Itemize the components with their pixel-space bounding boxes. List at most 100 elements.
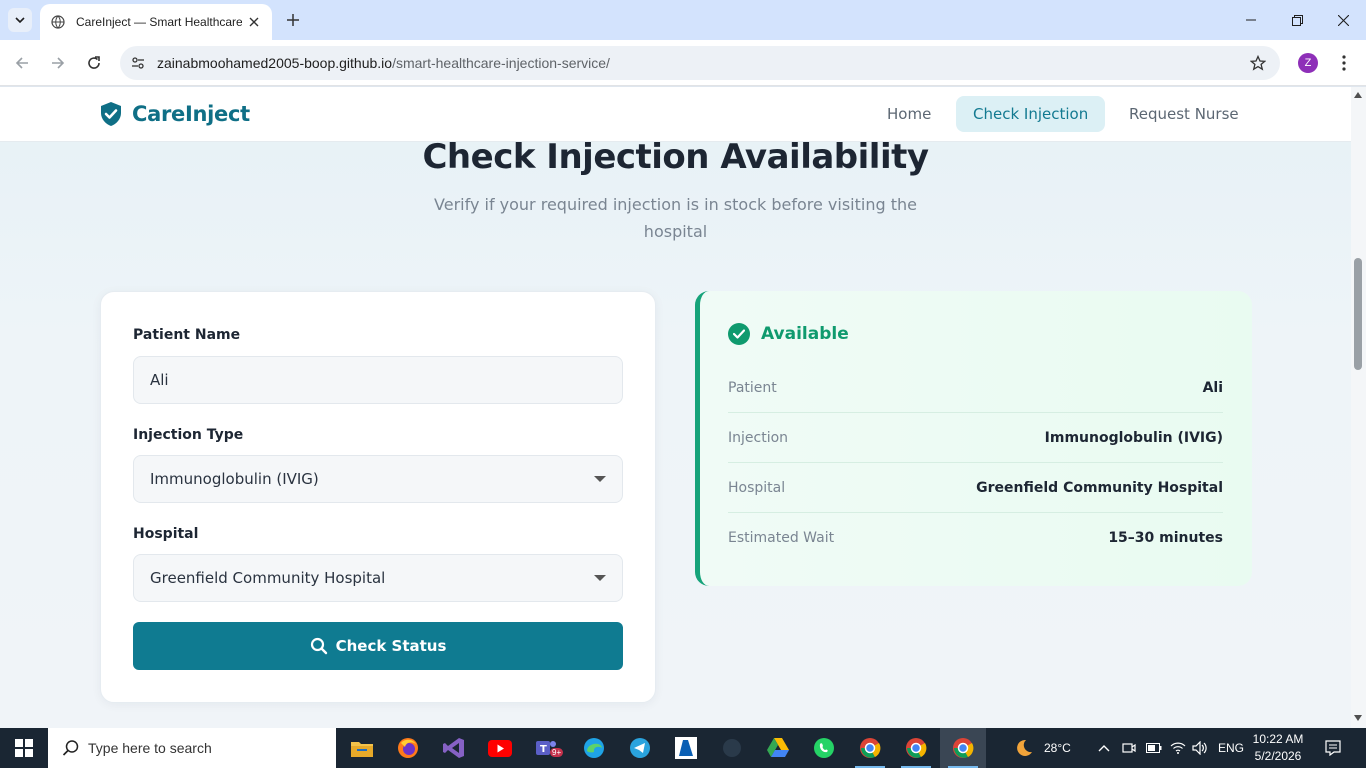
firefox-icon[interactable] xyxy=(385,728,431,768)
clock-time: 10:22 AM xyxy=(1252,732,1304,746)
url-path: /smart-healthcare-injection-service/ xyxy=(392,55,610,71)
taskbar-search-placeholder: Type here to search xyxy=(88,740,212,756)
close-window-button[interactable] xyxy=(1320,6,1366,34)
scrollbar-thumb[interactable] xyxy=(1354,258,1362,370)
windows-taskbar: Type here to search T 9+ 28°C ENG 10:22 … xyxy=(0,728,1366,768)
injection-type-value: Immunoglobulin (IVIG) xyxy=(150,470,319,488)
forward-button[interactable] xyxy=(46,51,70,75)
brand-name: CareInject xyxy=(132,102,250,126)
azure-icon[interactable] xyxy=(663,728,709,768)
minimize-icon xyxy=(1246,19,1256,21)
scroll-down-arrow-icon[interactable] xyxy=(1352,713,1364,723)
chrome-profile-z-icon[interactable] xyxy=(893,728,939,768)
availability-result-card: Available Patient Ali Injection Immunogl… xyxy=(695,291,1252,586)
page-scrollbar[interactable] xyxy=(1351,87,1366,728)
tab-title: CareInject — Smart Healthcare xyxy=(76,15,242,29)
check-status-label: Check Status xyxy=(335,637,447,655)
tab-search-button[interactable] xyxy=(8,8,32,32)
nav-check-injection[interactable]: Check Injection xyxy=(956,96,1106,132)
close-icon xyxy=(1337,14,1349,26)
weather-moon-icon xyxy=(1017,739,1032,756)
restore-button[interactable] xyxy=(1274,6,1320,34)
injection-type-label: Injection Type xyxy=(133,427,244,443)
result-key: Patient xyxy=(728,380,777,396)
patient-name-label: Patient Name xyxy=(133,327,241,343)
youtube-icon[interactable] xyxy=(477,728,523,768)
input-language[interactable]: ENG xyxy=(1218,728,1244,768)
check-status-button[interactable]: Check Status xyxy=(133,622,623,670)
plus-icon xyxy=(287,14,299,26)
weather-widget[interactable]: 28°C xyxy=(1012,728,1071,768)
taskbar-search-box[interactable]: Type here to search xyxy=(48,728,336,768)
brand-logo[interactable]: CareInject xyxy=(99,101,250,127)
chrome-profile-e-icon[interactable] xyxy=(847,728,893,768)
nav-request-nurse[interactable]: Request Nurse xyxy=(1112,96,1256,132)
teams-icon[interactable]: T 9+ xyxy=(523,728,569,768)
status-header: Available xyxy=(728,323,849,345)
result-value: Ali xyxy=(1202,380,1223,396)
whatsapp-icon[interactable] xyxy=(801,728,847,768)
chrome-active-icon[interactable] xyxy=(940,728,986,768)
status-text: Available xyxy=(761,324,849,344)
battery-icon[interactable] xyxy=(1146,728,1162,768)
result-value: Greenfield Community Hospital xyxy=(976,480,1223,496)
bookmark-star-icon[interactable] xyxy=(1248,53,1268,73)
arrow-right-icon xyxy=(52,57,65,69)
edge-icon[interactable] xyxy=(571,728,617,768)
close-icon[interactable] xyxy=(245,13,263,31)
reload-icon xyxy=(88,56,100,69)
result-key: Hospital xyxy=(728,480,786,496)
start-button[interactable] xyxy=(0,728,48,768)
browser-tab[interactable]: CareInject — Smart Healthcare xyxy=(40,4,272,40)
app-icon[interactable] xyxy=(709,728,755,768)
search-icon xyxy=(310,637,328,655)
url-host: zainabmoohamed2005-boop.github.io xyxy=(157,55,393,71)
new-tab-button[interactable] xyxy=(282,9,304,31)
site-info-icon[interactable] xyxy=(128,53,148,73)
clock-date: 5/2/2026 xyxy=(1254,749,1302,763)
hospital-value: Greenfield Community Hospital xyxy=(150,569,386,587)
injection-form-card: Patient Name Ali Injection Type Immunogl… xyxy=(100,291,656,703)
patient-name-value: Ali xyxy=(150,371,169,389)
result-row-injection: Injection Immunoglobulin (IVIG) xyxy=(728,413,1223,463)
meet-now-icon[interactable] xyxy=(1122,728,1136,768)
volume-icon[interactable] xyxy=(1192,728,1208,768)
shield-icon xyxy=(99,101,123,127)
page-title: Check Injection Availability xyxy=(422,137,929,177)
result-row-wait: Estimated Wait 15–30 minutes xyxy=(728,513,1223,563)
check-circle-icon xyxy=(728,323,750,345)
telegram-icon[interactable] xyxy=(617,728,663,768)
taskbar-clock[interactable]: 10:22 AM 5/2/2026 xyxy=(1248,731,1308,765)
page-subtitle: Verify if your required injection is in … xyxy=(434,195,917,241)
google-drive-icon[interactable] xyxy=(755,728,801,768)
patient-name-input[interactable]: Ali xyxy=(133,356,623,404)
minimize-button[interactable] xyxy=(1228,6,1274,34)
back-button[interactable] xyxy=(10,51,34,75)
notification-center-icon[interactable] xyxy=(1322,738,1344,758)
browser-tab-strip: CareInject — Smart Healthcare xyxy=(0,0,1366,40)
hospital-label: Hospital xyxy=(133,526,199,542)
result-key: Injection xyxy=(728,430,789,446)
injection-type-select[interactable]: Immunoglobulin (IVIG) xyxy=(133,455,623,503)
result-value: 15–30 minutes xyxy=(1108,530,1223,546)
hospital-select[interactable]: Greenfield Community Hospital xyxy=(133,554,623,602)
tray-overflow-icon[interactable] xyxy=(1098,728,1110,768)
scroll-up-arrow-icon[interactable] xyxy=(1352,90,1364,100)
search-icon xyxy=(62,739,80,757)
restore-icon xyxy=(1291,14,1303,26)
teams-badge: 9+ xyxy=(550,748,564,757)
result-value: Immunoglobulin (IVIG) xyxy=(1044,430,1223,446)
browser-menu-button[interactable] xyxy=(1334,52,1354,74)
visual-studio-icon[interactable] xyxy=(431,728,477,768)
profile-avatar[interactable]: Z xyxy=(1298,53,1318,73)
result-row-hospital: Hospital Greenfield Community Hospital xyxy=(728,463,1223,513)
nav-home[interactable]: Home xyxy=(870,96,948,132)
site-header: CareInject Home Check Injection Request … xyxy=(0,87,1351,142)
file-explorer-icon[interactable] xyxy=(339,728,385,768)
arrow-left-icon xyxy=(15,57,28,69)
reload-button[interactable] xyxy=(82,51,106,75)
browser-toolbar: zainabmoohamed2005-boop.github.io/smart-… xyxy=(0,40,1366,86)
wifi-icon[interactable] xyxy=(1170,728,1186,768)
windows-logo-icon xyxy=(15,739,33,757)
address-bar[interactable]: zainabmoohamed2005-boop.github.io/smart-… xyxy=(120,46,1280,80)
